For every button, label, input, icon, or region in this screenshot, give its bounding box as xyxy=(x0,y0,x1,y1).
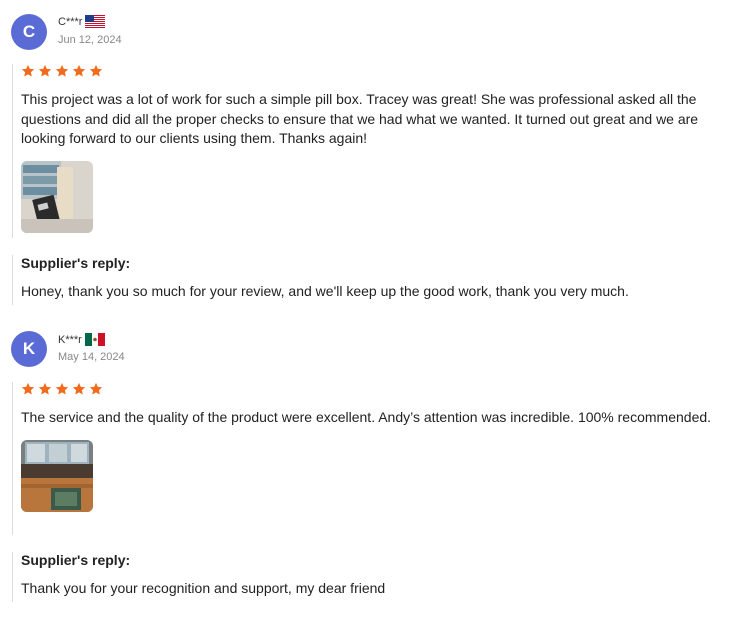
star-icon xyxy=(55,64,69,77)
review-text: This project was a lot of work for such … xyxy=(21,91,699,146)
review-photo-thumbnail[interactable] xyxy=(21,160,93,233)
avatar: C xyxy=(11,14,47,50)
review-text: The service and the quality of the produ… xyxy=(21,409,712,425)
review-date: Jun 12, 2024 xyxy=(58,34,122,46)
star-icon xyxy=(89,382,103,395)
star-icon xyxy=(72,382,86,395)
star-icon xyxy=(21,64,35,77)
supplier-reply: Supplier's reply: Thank you for your rec… xyxy=(12,552,731,602)
star-icon xyxy=(21,382,35,395)
review-date: May 14, 2024 xyxy=(58,351,125,363)
review-photo-thumbnail[interactable] xyxy=(21,439,93,512)
star-icon xyxy=(55,382,69,395)
reply-text: Honey, thank you so much for your review… xyxy=(21,283,629,299)
star-icon xyxy=(38,382,52,395)
star-rating xyxy=(21,382,731,396)
star-icon xyxy=(38,64,52,77)
reply-title: Supplier's reply: xyxy=(21,255,131,271)
reply-text: Thank you for your recognition and suppo… xyxy=(21,580,386,596)
star-rating xyxy=(21,64,731,78)
mexico-flag-icon xyxy=(84,333,105,346)
reviewer-name: K***r xyxy=(58,333,105,346)
review-body: This project was a lot of work for such … xyxy=(12,64,731,238)
reviewer-name: C***r xyxy=(58,15,106,28)
review-body: The service and the quality of the produ… xyxy=(12,382,731,535)
us-flag-icon xyxy=(85,15,106,28)
reviewer-name-text: K***r xyxy=(58,333,82,346)
supplier-reply: Supplier's reply: Honey, thank you so mu… xyxy=(12,255,731,305)
reviewer-name-text: C***r xyxy=(58,15,83,28)
star-icon xyxy=(72,64,86,77)
avatar: K xyxy=(11,331,47,367)
reply-title: Supplier's reply: xyxy=(21,552,131,568)
star-icon xyxy=(89,64,103,77)
